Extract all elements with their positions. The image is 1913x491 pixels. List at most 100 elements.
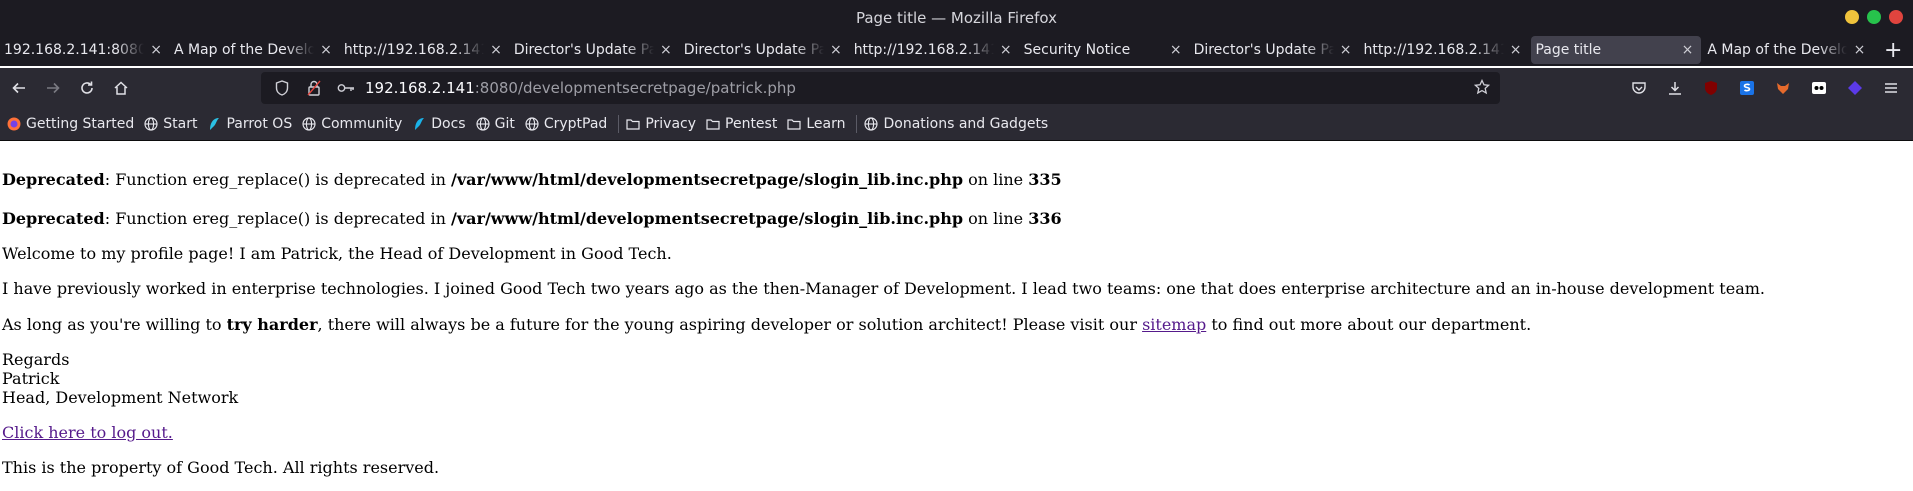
bookmark-cryptpad[interactable]: CryptPad xyxy=(524,116,607,132)
tab-active[interactable]: Page title × xyxy=(1531,36,1702,64)
home-button[interactable] xyxy=(104,72,138,104)
tab-close-icon[interactable]: × xyxy=(1000,42,1012,58)
globe-icon xyxy=(301,116,317,132)
url-host: 192.168.2.141 xyxy=(365,79,475,97)
ublock-extension[interactable] xyxy=(1699,76,1723,100)
bookmark-folder-privacy[interactable]: Privacy xyxy=(625,116,696,132)
key-icon[interactable] xyxy=(335,82,357,94)
tab-close-icon[interactable]: × xyxy=(1854,42,1866,58)
paragraph-text: to find out more about our department. xyxy=(1206,315,1532,334)
tab-close-icon[interactable]: × xyxy=(830,42,842,58)
tab[interactable]: http://192.168.2.141:8080/ × xyxy=(850,34,1020,66)
warning-label: Deprecated xyxy=(2,170,105,189)
tab-title: Director's Update Page xyxy=(513,42,654,58)
navigation-toolbar: 192.168.2.141:8080/developmentsecretpage… xyxy=(0,68,1913,108)
pocket-icon xyxy=(1632,82,1646,94)
tab-close-icon[interactable]: × xyxy=(660,42,672,58)
folder-icon xyxy=(786,116,802,132)
tab-title: Director's Update Page xyxy=(683,42,824,58)
minimize-button[interactable] xyxy=(1845,10,1859,24)
tab-close-icon[interactable]: × xyxy=(150,42,162,58)
purple-extension[interactable] xyxy=(1843,76,1867,100)
arrow-left-icon xyxy=(12,82,25,94)
bookmarks-toolbar: Getting Started Start Parrot OS Communit… xyxy=(0,108,1913,141)
tab[interactable]: Director's Update Page × xyxy=(1190,34,1360,66)
bookmark-parrot-os[interactable]: Parrot OS xyxy=(206,116,292,132)
tab[interactable]: A Map of the Developer Network × xyxy=(170,34,340,66)
window-titlebar: Page title — Mozilla Firefox xyxy=(0,0,1913,36)
bookmark-start[interactable]: Start xyxy=(143,116,197,132)
new-tab-button[interactable]: + xyxy=(1873,34,1913,66)
globe-icon xyxy=(524,116,540,132)
bookmark-donations[interactable]: Donations and Gadgets xyxy=(863,116,1048,132)
close-window-button[interactable] xyxy=(1889,10,1903,24)
tab-title: A Map of the Developer Network xyxy=(173,42,314,58)
parrot-icon xyxy=(206,116,222,132)
ublock-icon xyxy=(1705,81,1717,95)
tab-close-icon[interactable]: × xyxy=(1170,42,1182,58)
tab-title: Page title xyxy=(1535,42,1602,58)
bookmark-label: Privacy xyxy=(645,116,697,132)
welcome-paragraph: Welcome to my profile page! I am Patrick… xyxy=(2,244,672,263)
fox-extension[interactable] xyxy=(1771,76,1795,100)
tab-close-icon[interactable]: × xyxy=(1340,42,1352,58)
tab-title: http://192.168.2.141:8080/ xyxy=(1363,42,1504,58)
bio-paragraph: I have previously worked in enterprise t… xyxy=(2,279,1765,298)
bookmark-folder-pentest[interactable]: Pentest xyxy=(705,116,777,132)
bookmark-git[interactable]: Git xyxy=(475,116,515,132)
forward-button[interactable] xyxy=(36,72,70,104)
warning-line: 335 xyxy=(1028,170,1062,189)
warning-label: Deprecated xyxy=(2,209,105,228)
s-extension-icon xyxy=(1740,81,1754,95)
bookmark-label: Pentest xyxy=(725,116,778,132)
bookmark-star-icon[interactable] xyxy=(1473,78,1491,99)
warning-path: /var/www/html/developmentsecretpage/slog… xyxy=(451,209,964,228)
tab[interactable]: A Map of the Developer Network × xyxy=(1703,34,1873,66)
bookmark-getting-started[interactable]: Getting Started xyxy=(6,116,134,132)
tab-close-icon[interactable]: × xyxy=(1682,42,1694,58)
signature-name: Patrick xyxy=(2,369,60,388)
app-menu-button[interactable] xyxy=(1879,76,1903,100)
url-text[interactable]: 192.168.2.141:8080/developmentsecretpage… xyxy=(365,79,796,97)
back-button[interactable] xyxy=(2,72,36,104)
s-extension[interactable] xyxy=(1735,76,1759,100)
bookmark-folder-learn[interactable]: Learn xyxy=(786,116,845,132)
warning-line: 336 xyxy=(1028,209,1062,228)
bookmark-docs[interactable]: Docs xyxy=(411,116,466,132)
tab[interactable]: 192.168.2.141:8080/development × xyxy=(0,34,170,66)
bookmark-label: Learn xyxy=(806,116,846,132)
tab[interactable]: Director's Update Page × xyxy=(510,34,680,66)
tab-close-icon[interactable]: × xyxy=(320,42,332,58)
globe-icon xyxy=(143,116,159,132)
warning-text: : Function ereg_replace() is deprecated … xyxy=(104,209,451,228)
tab-close-icon[interactable]: × xyxy=(1510,42,1522,58)
maximize-button[interactable] xyxy=(1867,10,1881,24)
downloads-button[interactable] xyxy=(1663,76,1687,100)
bookmark-community[interactable]: Community xyxy=(301,116,402,132)
tab-strip: 192.168.2.141:8080/development × A Map of… xyxy=(0,34,1913,66)
bookmark-separator xyxy=(618,115,620,133)
diamond-icon xyxy=(1848,81,1862,95)
tab[interactable]: http://192.168.2.141:8080/ × xyxy=(340,34,510,66)
tab[interactable]: Security Notice × xyxy=(1020,34,1190,66)
tab[interactable]: http://192.168.2.141:8080/ × xyxy=(1360,34,1530,66)
home-icon xyxy=(114,81,128,95)
lock-insecure-icon[interactable] xyxy=(303,80,325,96)
tab-close-icon[interactable]: × xyxy=(490,42,502,58)
folder-icon xyxy=(625,116,641,132)
mask-icon xyxy=(1812,82,1826,94)
tab[interactable]: Director's Update Page × xyxy=(680,34,850,66)
shield-icon[interactable] xyxy=(271,80,293,96)
mask-extension[interactable] xyxy=(1807,76,1831,100)
window-controls xyxy=(1845,10,1903,24)
sitemap-link[interactable]: sitemap xyxy=(1142,315,1206,334)
paragraph-bold: try harder xyxy=(226,315,318,334)
bookmark-label: Git xyxy=(494,116,515,132)
pocket-button[interactable] xyxy=(1627,76,1651,100)
url-bar[interactable]: 192.168.2.141:8080/developmentsecretpage… xyxy=(261,72,1500,104)
logout-link[interactable]: Click here to log out. xyxy=(2,423,173,442)
regards-line: Regards xyxy=(2,350,70,369)
toolbar-extensions xyxy=(1627,76,1903,100)
hamburger-menu-icon xyxy=(1885,83,1897,93)
reload-button[interactable] xyxy=(70,72,104,104)
